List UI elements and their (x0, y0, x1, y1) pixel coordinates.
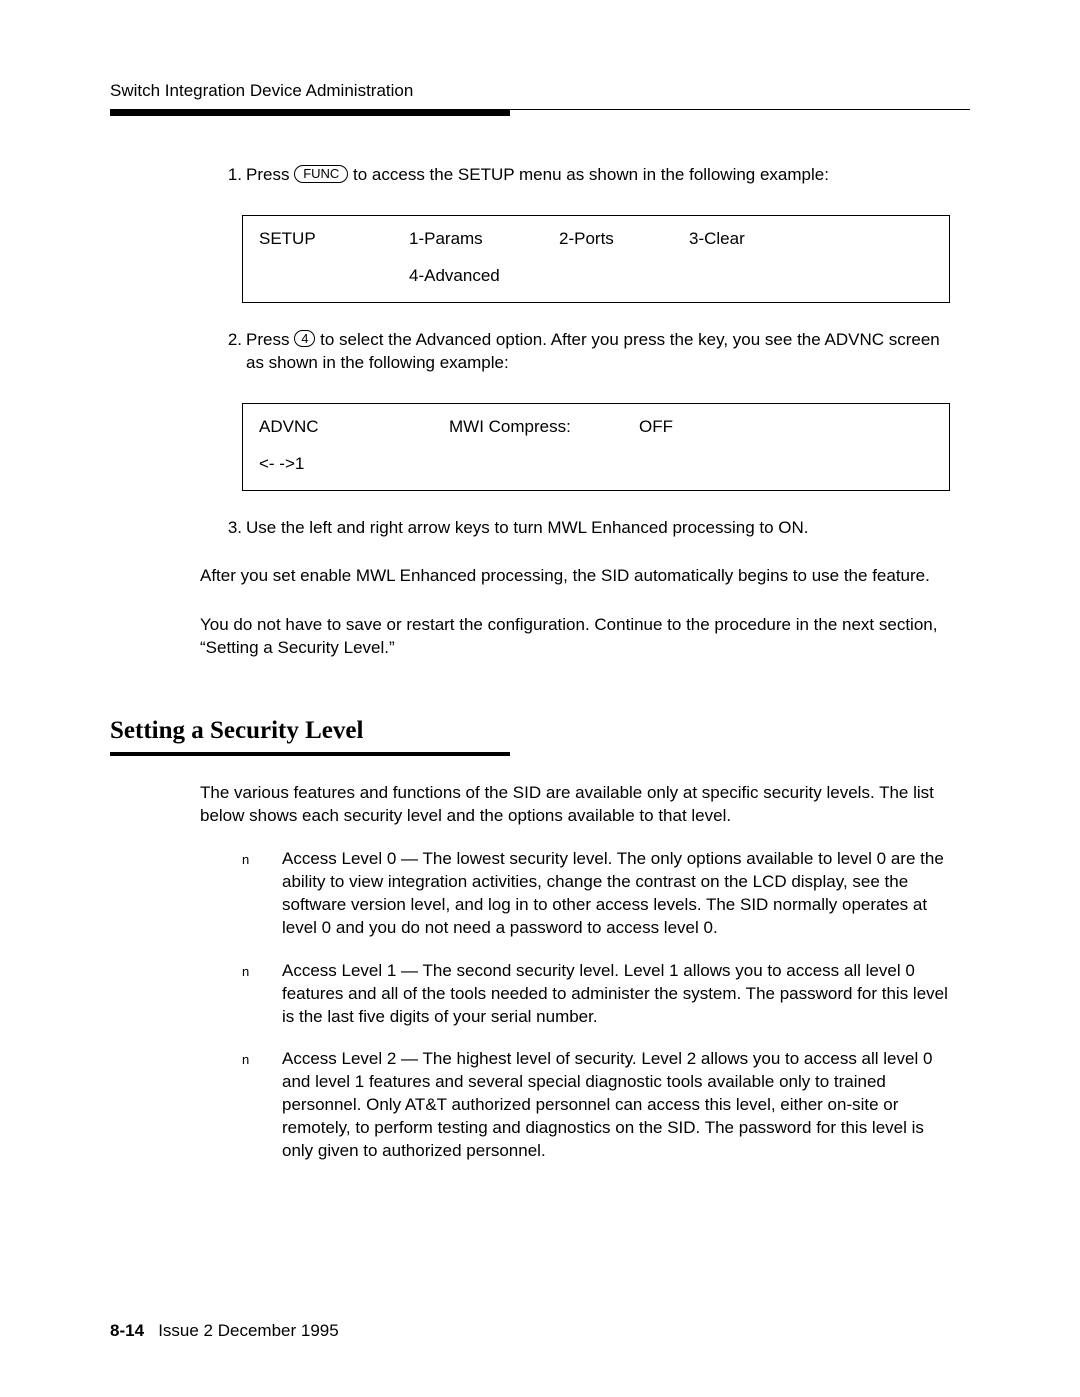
section-heading: Setting a Security Level (110, 714, 970, 748)
section-intro: The various features and functions of th… (200, 782, 950, 828)
section-rule-thick (110, 753, 510, 756)
cell (259, 265, 409, 288)
cell: 2-Ports (559, 228, 689, 251)
four-key-icon: 4 (294, 330, 315, 347)
bullet-icon: n (242, 960, 282, 1029)
bullet-text: Access Level 1 — The second security lev… (282, 960, 950, 1029)
cell: 3-Clear (689, 228, 745, 251)
section-body: The various features and functions of th… (200, 782, 950, 1163)
display-row: ADVNC MWI Compress: OFF (259, 416, 933, 439)
display-row: 4-Advanced (259, 265, 933, 288)
page-footer: 8-14 Issue 2 December 1995 (110, 1320, 339, 1343)
cell: 4-Advanced (409, 265, 500, 288)
setup-display: SETUP 1-Params 2-Ports 3-Clear 4-Advance… (242, 215, 950, 303)
step-number: 2. (200, 329, 246, 375)
func-key-icon: FUNC (294, 165, 348, 183)
text: to select the Advanced option. After you… (246, 330, 940, 372)
cell: OFF (639, 416, 673, 439)
cell: MWI Compress: (449, 416, 639, 439)
paragraph: After you set enable MWL Enhanced proces… (200, 565, 950, 588)
header-thick-bar (110, 110, 510, 116)
step-text: Use the left and right arrow keys to tur… (246, 517, 950, 540)
step-3: 3. Use the left and right arrow keys to … (200, 517, 950, 540)
bullet-icon: n (242, 1048, 282, 1163)
step-text: Press 4 to select the Advanced option. A… (246, 329, 950, 375)
step-number: 3. (200, 517, 246, 540)
issue-date: Issue 2 December 1995 (158, 1321, 339, 1340)
list-item: n Access Level 0 — The lowest security l… (242, 848, 950, 940)
bullet-icon: n (242, 848, 282, 940)
bullet-text: Access Level 0 — The lowest security lev… (282, 848, 950, 940)
list-item: n Access Level 1 — The second security l… (242, 960, 950, 1029)
running-header: Switch Integration Device Administration (110, 80, 970, 103)
step-text: Press FUNC to access the SETUP menu as s… (246, 164, 950, 187)
cell: 1-Params (409, 228, 559, 251)
display-row: <- ->1 (259, 453, 933, 476)
cell: ADVNC (259, 416, 449, 439)
body: 1. Press FUNC to access the SETUP menu a… (200, 164, 950, 660)
paragraph: You do not have to save or restart the c… (200, 614, 950, 660)
step-number: 1. (200, 164, 246, 187)
bullet-list: n Access Level 0 — The lowest security l… (242, 848, 950, 1163)
page: Switch Integration Device Administration… (0, 0, 1080, 1397)
text: Press (246, 165, 294, 184)
list-item: n Access Level 2 — The highest level of … (242, 1048, 950, 1163)
text: Press (246, 330, 294, 349)
page-number: 8-14 (110, 1321, 144, 1340)
cell: <- ->1 (259, 453, 304, 476)
step-1: 1. Press FUNC to access the SETUP menu a… (200, 164, 950, 187)
step-2: 2. Press 4 to select the Advanced option… (200, 329, 950, 375)
display-row: SETUP 1-Params 2-Ports 3-Clear (259, 228, 933, 251)
bullet-text: Access Level 2 — The highest level of se… (282, 1048, 950, 1163)
advnc-display: ADVNC MWI Compress: OFF <- ->1 (242, 403, 950, 491)
text: to access the SETUP menu as shown in the… (348, 165, 829, 184)
cell: SETUP (259, 228, 409, 251)
